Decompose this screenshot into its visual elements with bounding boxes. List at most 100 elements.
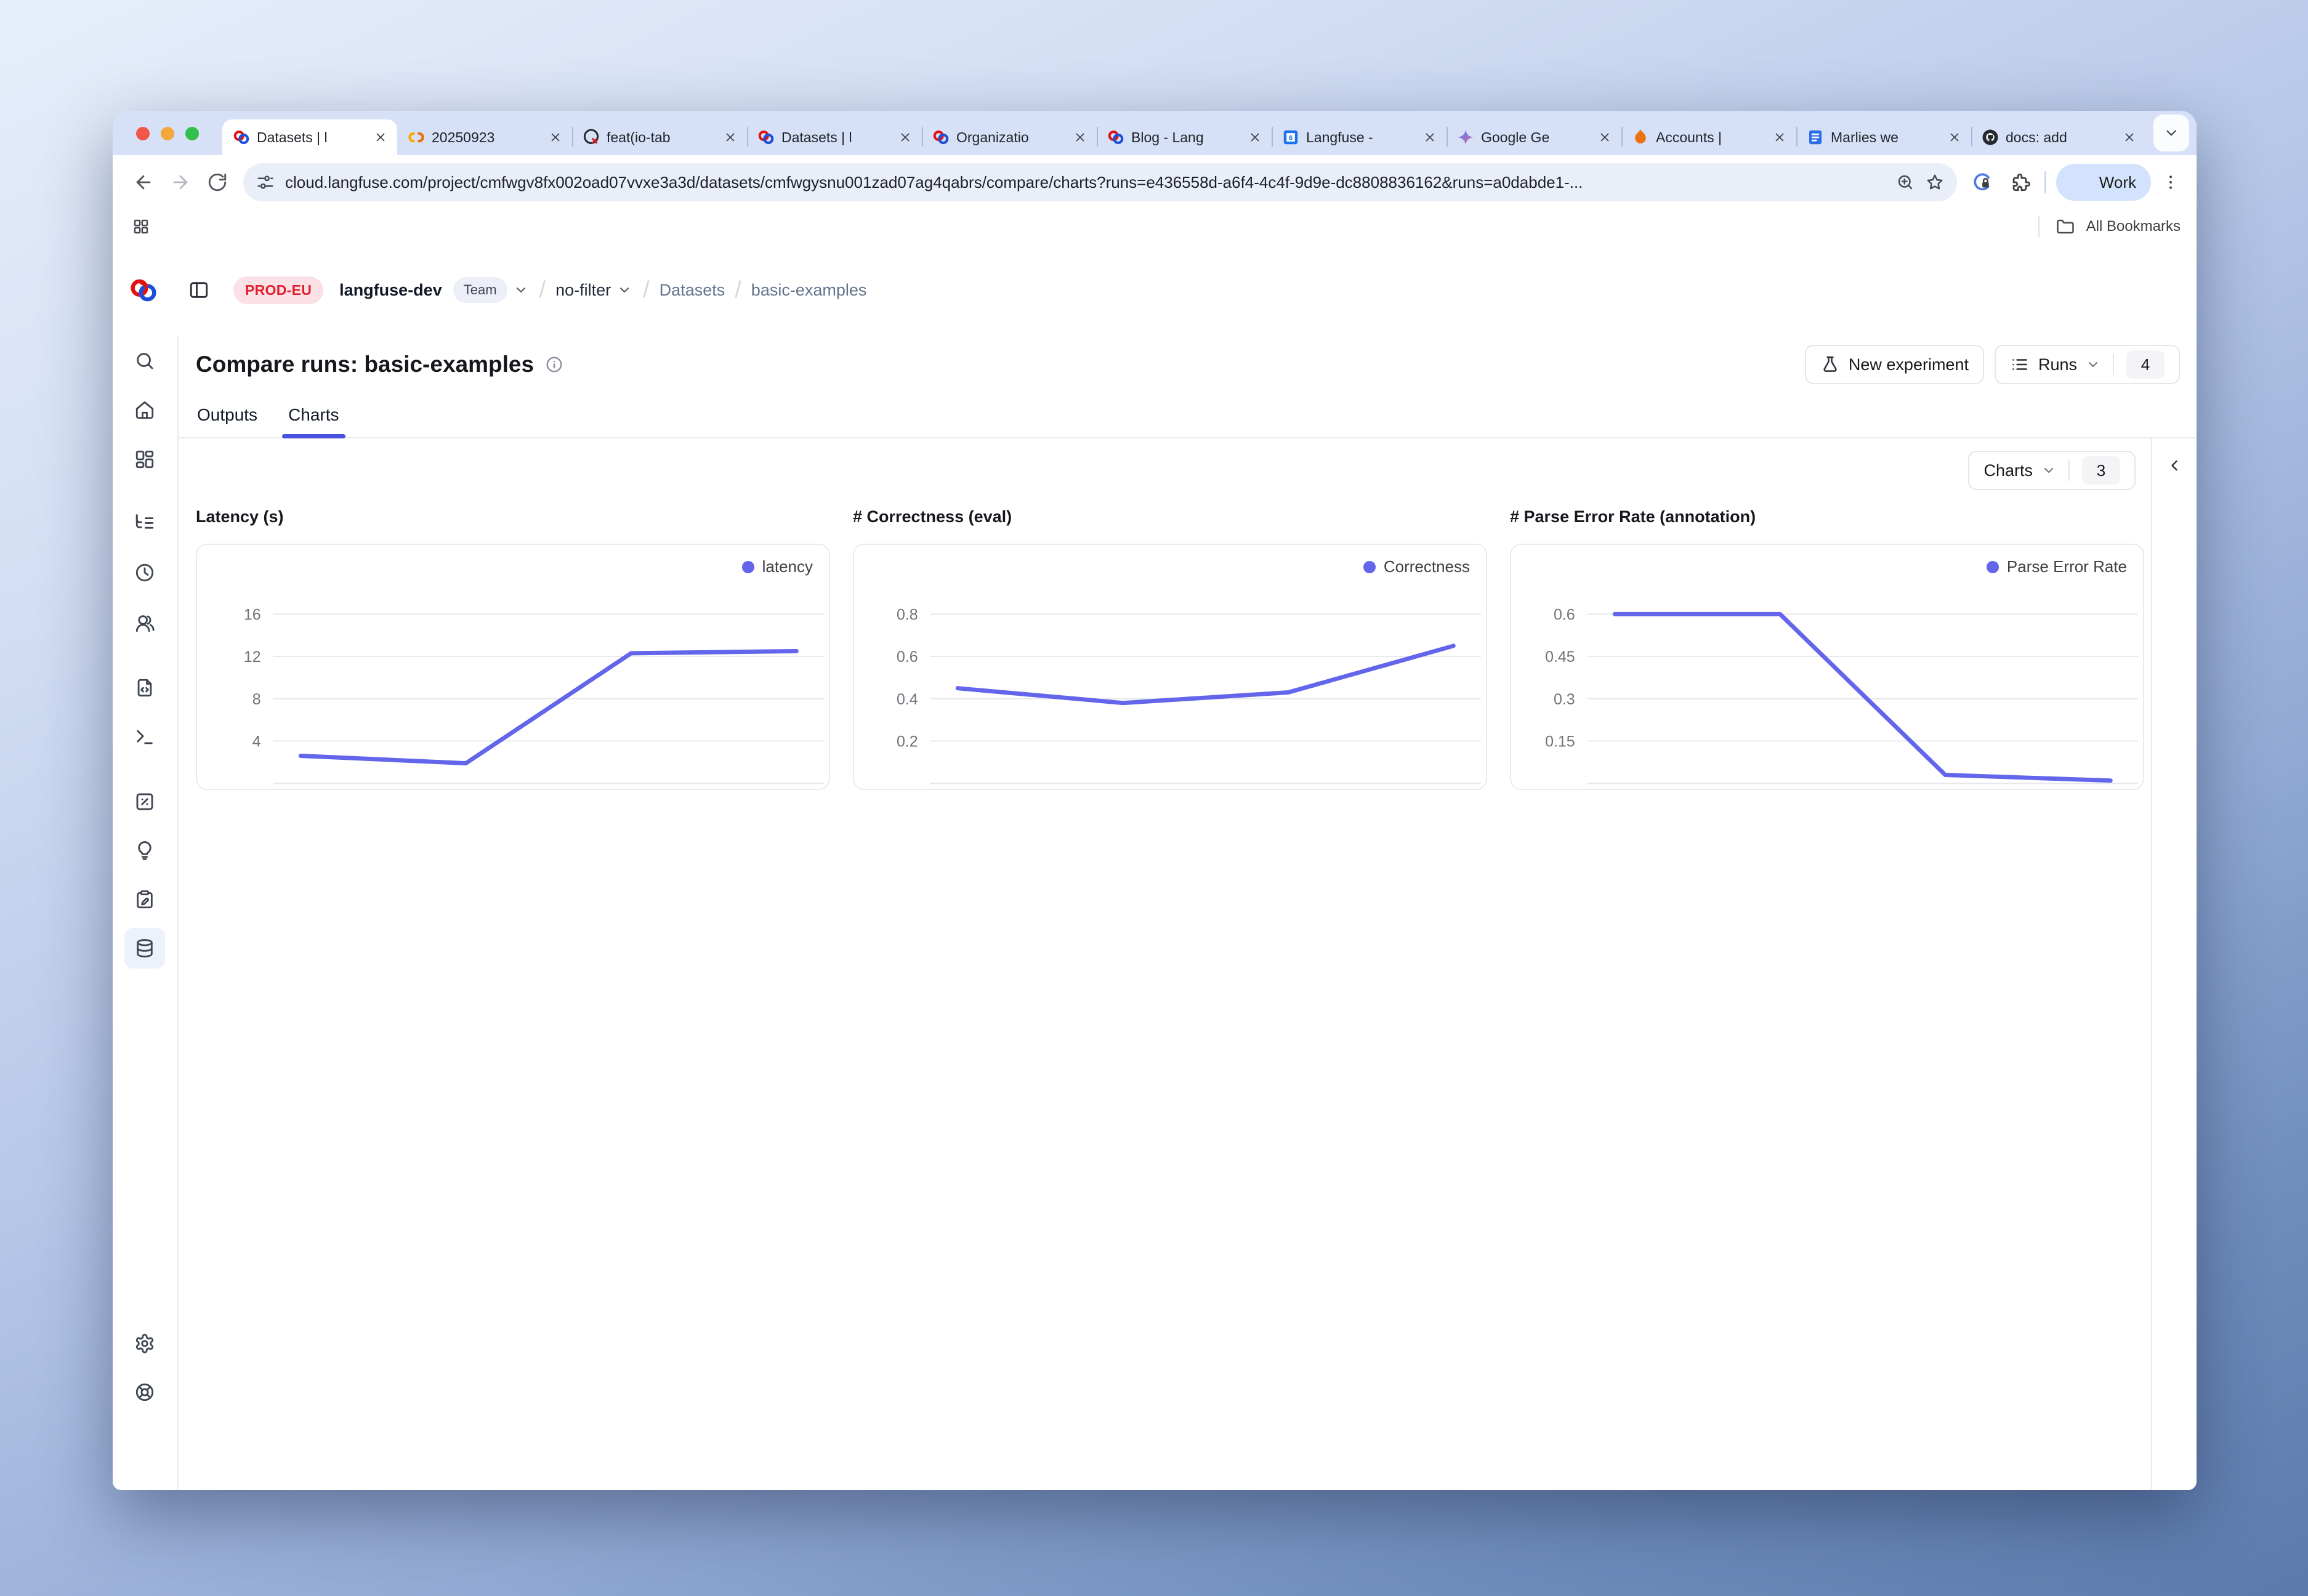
sidebar-item-search[interactable] (124, 341, 165, 381)
tab-close-icon[interactable] (545, 127, 566, 148)
charts-content: Charts 3 Latency (s)latency481216# Corre… (177, 437, 2197, 1490)
browser-tab[interactable]: Marlies we (1796, 119, 1971, 155)
bookmark-star-icon[interactable] (1925, 172, 1945, 192)
project-name[interactable]: no-filter (555, 281, 611, 300)
chart-title: # Correctness (eval) (853, 506, 1487, 527)
sidebar-item-tracing[interactable] (124, 502, 165, 542)
tab-charts[interactable]: Charts (288, 393, 339, 437)
breadcrumb-datasets-link[interactable]: Datasets (660, 281, 725, 300)
tab-close-icon[interactable] (720, 127, 741, 148)
sidebar-item-users[interactable] (124, 603, 165, 643)
organization-name[interactable]: langfuse-dev (339, 281, 442, 300)
user-avatar[interactable] (127, 1441, 162, 1476)
site-settings-icon[interactable] (256, 172, 275, 192)
sidebar-item-sessions[interactable] (124, 552, 165, 593)
tab-close-icon[interactable] (1070, 127, 1091, 148)
browser-tab[interactable]: Organizatio (922, 119, 1097, 155)
sidebar-item-dashboards[interactable] (124, 439, 165, 480)
tab-close-icon[interactable] (1769, 127, 1790, 148)
breadcrumb-dataset-name[interactable]: basic-examples (751, 281, 867, 300)
browser-tab[interactable]: Blog - Lang (1097, 119, 1272, 155)
github-favicon (1981, 128, 1999, 147)
chevron-down-icon (2041, 463, 2056, 478)
svg-text:6: 6 (1289, 134, 1293, 142)
browser-tab[interactable]: 20250923 (397, 119, 572, 155)
browser-tab[interactable]: Datasets | l (747, 119, 922, 155)
y-tick-label: 4 (252, 733, 261, 750)
browser-tab[interactable]: Datasets | l (222, 119, 397, 155)
url-text[interactable]: cloud.langfuse.com/project/cmfwgv8fx002o… (285, 173, 1886, 192)
back-button[interactable] (127, 166, 159, 198)
refresh-button[interactable] (201, 166, 233, 198)
browser-profile-chip[interactable]: Work (2056, 164, 2151, 201)
sidebar-item-home[interactable] (124, 390, 165, 430)
browser-tab[interactable]: feat(io-tab (572, 119, 747, 155)
tab-title: Datasets | l (781, 129, 889, 146)
new-experiment-button[interactable]: New experiment (1805, 345, 1984, 384)
browser-tab[interactable]: Accounts | (1621, 119, 1796, 155)
close-window-icon[interactable] (136, 127, 150, 140)
sidebar-item-evals[interactable] (124, 830, 165, 871)
sidebar-item-prompts[interactable] (124, 667, 165, 708)
browser-tab[interactable]: 6Langfuse - (1272, 119, 1447, 155)
collapse-panel-icon[interactable] (2162, 453, 2187, 478)
tab-close-icon[interactable] (370, 127, 391, 148)
data-line (1615, 614, 2110, 780)
y-tick-label: 0.15 (1545, 733, 1575, 750)
org-plan-badge: Team (453, 277, 507, 303)
sidebar-item-scores[interactable] (124, 781, 165, 822)
tab-close-icon[interactable] (1944, 127, 1965, 148)
tab-close-icon[interactable] (1594, 127, 1615, 148)
chart-group: # Parse Error Rate (annotation)Parse Err… (1510, 506, 2144, 790)
y-tick-label: 0.8 (897, 606, 918, 623)
zoom-window-icon[interactable] (185, 127, 199, 140)
all-bookmarks-label[interactable]: All Bookmarks (2086, 218, 2181, 235)
forward-button[interactable] (164, 166, 196, 198)
project-switcher-chevron-icon[interactable] (617, 282, 633, 298)
minimize-window-icon[interactable] (161, 127, 174, 140)
browser-menu-icon[interactable] (2157, 169, 2184, 196)
runs-count-badge: 4 (2126, 350, 2165, 379)
sidebar-toggle-icon[interactable] (185, 276, 212, 304)
docs-blue-favicon (1806, 128, 1825, 147)
runs-dropdown-button[interactable]: Runs 4 (1995, 345, 2180, 384)
chart-group: # Correctness (eval)Correctness0.20.40.6… (853, 506, 1487, 790)
data-line (958, 646, 1453, 703)
app-sidebar (113, 336, 179, 1490)
sidebar-item-playground[interactable] (124, 717, 165, 757)
sidebar-item-support[interactable] (124, 1372, 165, 1413)
tab-close-icon[interactable] (1419, 127, 1440, 148)
address-bar[interactable]: cloud.langfuse.com/project/cmfwgv8fx002o… (243, 163, 1957, 201)
toolbar-divider (2044, 171, 2046, 193)
flask-icon (1820, 355, 1840, 374)
tab-strip: Datasets | l20250923feat(io-tabDatasets … (113, 111, 2197, 155)
tab-outputs[interactable]: Outputs (197, 393, 257, 437)
browser-tab[interactable]: docs: add (1971, 119, 2146, 155)
password-extension-icon[interactable] (1967, 166, 1999, 198)
page-tabs: Outputs Charts (177, 393, 2197, 438)
chart-plot: 0.20.40.60.8 (854, 545, 1486, 789)
tab-close-icon[interactable] (2119, 127, 2140, 148)
sidebar-item-settings[interactable] (124, 1323, 165, 1364)
extensions-puzzle-icon[interactable] (2004, 166, 2036, 198)
zoom-page-icon[interactable] (1895, 172, 1915, 192)
tab-strip-tabs: Datasets | l20250923feat(io-tabDatasets … (222, 111, 2161, 155)
breadcrumb-separator: / (735, 277, 741, 304)
tab-close-icon[interactable] (1245, 127, 1265, 148)
org-switcher-chevron-icon[interactable] (514, 282, 530, 298)
sidebar-item-annotation[interactable] (124, 879, 165, 920)
browser-tab[interactable]: Google Ge (1447, 119, 1621, 155)
charts-dropdown-button[interactable]: Charts 3 (1968, 451, 2136, 490)
tab-search-button[interactable] (2153, 115, 2189, 151)
chart-title: # Parse Error Rate (annotation) (1510, 506, 2144, 527)
tab-title: Organizatio (956, 129, 1063, 146)
tab-close-icon[interactable] (895, 127, 916, 148)
charts-row: Latency (s)latency481216# Correctness (e… (196, 506, 2144, 790)
sidebar-item-datasets[interactable] (124, 928, 165, 969)
langfuse-logo-icon[interactable] (127, 274, 159, 306)
breadcrumb: PROD-EU langfuse-dev Team / no-filter / … (113, 244, 2197, 336)
apps-grid-icon[interactable] (129, 214, 153, 239)
tab-title: Google Ge (1481, 129, 1588, 146)
info-icon[interactable] (545, 355, 565, 374)
list-icon (2010, 355, 2030, 374)
